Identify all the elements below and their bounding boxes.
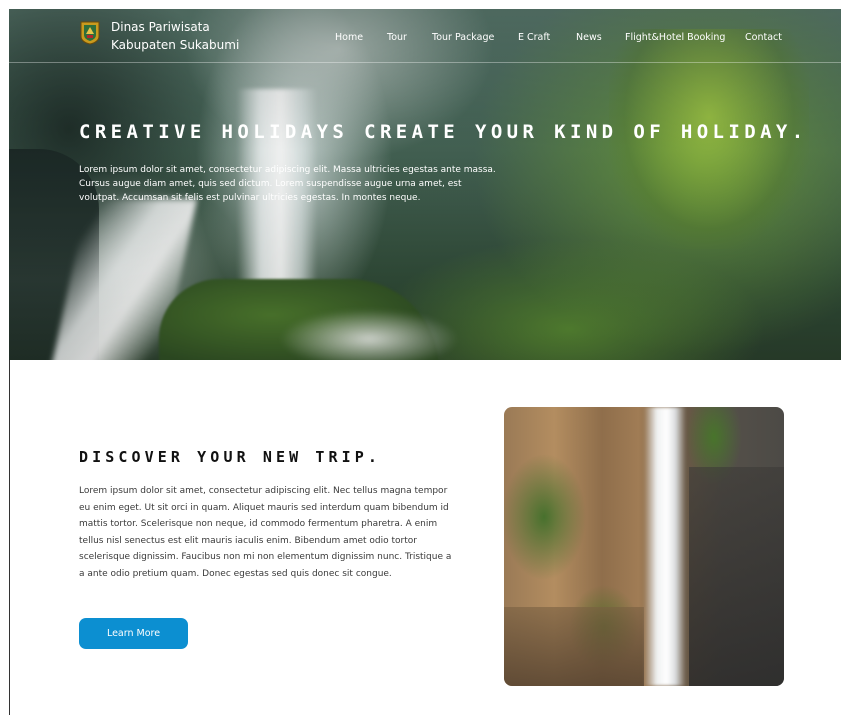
photo-rock-ledge — [504, 607, 644, 686]
nav-contact[interactable]: Contact — [745, 32, 782, 43]
page-left-border — [9, 360, 10, 715]
learn-more-button[interactable]: Learn More — [79, 618, 188, 649]
nav-news[interactable]: News — [576, 32, 602, 43]
hero-description: Lorem ipsum dolor sit amet, consectetur … — [79, 165, 496, 203]
nav-home[interactable]: Home — [335, 32, 363, 43]
nav-tour-package[interactable]: Tour Package — [432, 32, 494, 43]
photo-waterfall — [644, 407, 686, 686]
discover-description: Lorem ipsum dolor sit amet, consectetur … — [79, 486, 452, 579]
nav-e-craft[interactable]: E Craft — [518, 32, 550, 43]
photo-cliff — [689, 467, 784, 686]
waterfall-photo — [504, 407, 784, 686]
nav-flight-hotel-booking[interactable]: Flight&Hotel Booking — [625, 32, 725, 43]
nav-tour[interactable]: Tour — [387, 32, 407, 43]
nav-divider — [9, 62, 841, 63]
discover-title: DISCOVER YOUR NEW TRIP. — [79, 448, 382, 466]
main-nav: Home Tour Tour Package E Craft News Flig… — [0, 32, 841, 46]
hero-title: CREATIVE HOLIDAYS CREATE YOUR KIND OF HO… — [79, 121, 808, 143]
